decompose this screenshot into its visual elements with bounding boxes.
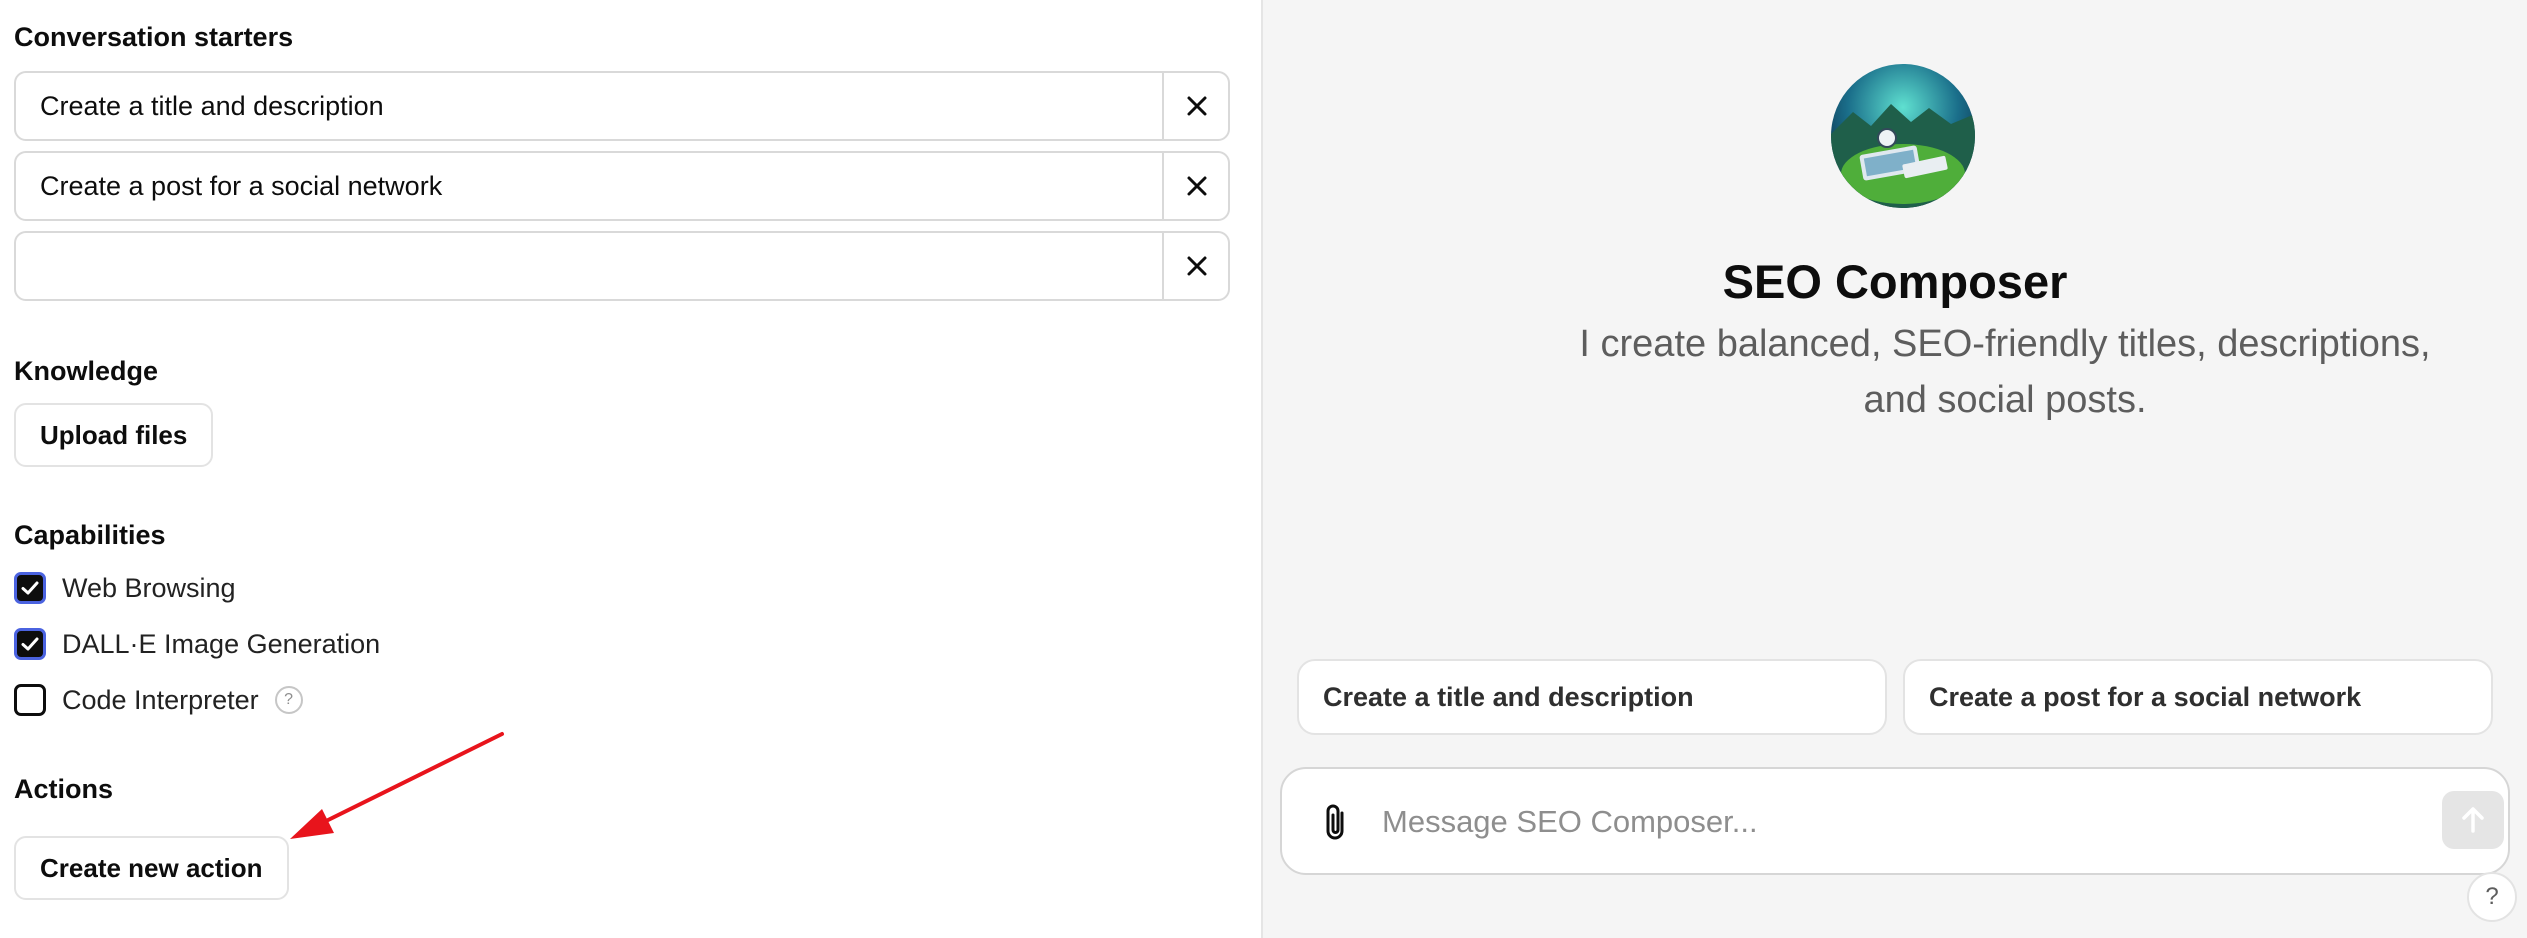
send-button[interactable] — [2442, 791, 2504, 849]
remove-starter-button[interactable] — [1164, 73, 1230, 139]
conversation-starter-row — [14, 71, 1230, 141]
capabilities-title: Capabilities — [14, 520, 166, 550]
capability-label: Code Interpreter — [62, 684, 259, 715]
gpt-avatar-image — [1831, 64, 1975, 208]
capability-label: Web Browsing — [62, 572, 236, 603]
upload-files-button[interactable]: Upload files — [14, 403, 214, 467]
close-icon — [1187, 96, 1207, 116]
conversation-starter-input[interactable] — [16, 233, 1162, 299]
help-button[interactable]: ? — [2467, 872, 2517, 922]
knowledge-title: Knowledge — [14, 356, 159, 386]
remove-starter-button[interactable] — [1164, 233, 1230, 299]
checkmark-icon — [21, 581, 39, 595]
conversation-starter-input[interactable] — [16, 153, 1162, 219]
conversation-starters-title: Conversation starters — [14, 22, 294, 52]
remove-starter-button[interactable] — [1164, 153, 1230, 219]
capability-code-interpreter[interactable]: Code Interpreter ? — [14, 682, 303, 718]
message-composer — [1280, 767, 2510, 875]
close-icon — [1187, 176, 1207, 196]
help-icon[interactable]: ? — [274, 686, 303, 714]
conversation-starter-row — [14, 151, 1230, 221]
paperclip-icon — [1326, 804, 1344, 840]
starter-chip[interactable]: Create a post for a social network — [1903, 659, 2493, 735]
actions-title: Actions — [14, 774, 114, 804]
checkmark-icon — [21, 637, 39, 651]
conversation-starter-input[interactable] — [16, 73, 1162, 139]
create-new-action-button[interactable]: Create new action — [14, 836, 289, 900]
attach-button[interactable] — [1312, 799, 1360, 847]
checkbox-unchecked[interactable] — [14, 684, 46, 716]
capability-web-browsing[interactable]: Web Browsing — [14, 570, 236, 606]
conversation-starter-row — [14, 231, 1230, 301]
starter-chip[interactable]: Create a title and description — [1297, 659, 1887, 735]
gpt-avatar — [1831, 64, 1975, 208]
gpt-preview-panel: SEO Composer I create balanced, SEO-frie… — [1263, 0, 2527, 938]
capability-dalle[interactable]: DALL·E Image Generation — [14, 626, 380, 662]
arrow-up-icon — [2462, 807, 2484, 833]
capability-label: DALL·E Image Generation — [62, 628, 381, 659]
close-icon — [1187, 256, 1207, 276]
gpt-config-panel: Conversation starters Knowledge Upload f… — [0, 0, 1261, 938]
gpt-description: I create balanced, SEO-friendly titles, … — [1579, 323, 2431, 421]
checkbox-checked[interactable] — [14, 628, 46, 660]
checkbox-checked[interactable] — [14, 572, 46, 604]
message-input[interactable] — [1382, 793, 2382, 851]
gpt-name: SEO Composer — [1722, 255, 2068, 308]
